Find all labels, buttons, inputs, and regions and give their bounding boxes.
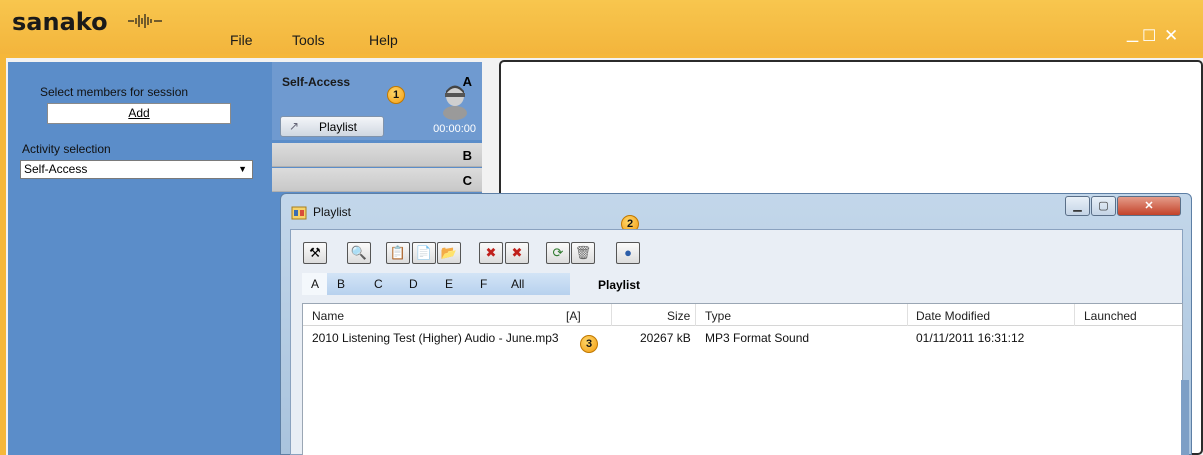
- column-divider: [695, 304, 696, 326]
- playlist-window-icon: [291, 206, 307, 220]
- col-date[interactable]: Date Modified: [916, 309, 990, 323]
- trash-icon[interactable]: 🗑: [571, 242, 595, 264]
- preview-icon[interactable]: 🔍: [347, 242, 371, 264]
- col-name[interactable]: Name: [312, 309, 344, 323]
- menu-tools[interactable]: Tools: [292, 32, 325, 48]
- row-name: 2010 Listening Test (Higher) Audio - Jun…: [312, 331, 559, 345]
- add-button[interactable]: Add: [47, 103, 231, 124]
- tab-d[interactable]: D: [409, 277, 418, 291]
- playlist-button[interactable]: ↗ Playlist: [280, 116, 384, 137]
- student-tile-name: Self-Access: [282, 75, 351, 89]
- tab-a[interactable]: A: [311, 277, 319, 291]
- tab-f[interactable]: F: [480, 277, 487, 291]
- col-group[interactable]: [A]: [566, 309, 581, 323]
- menu-help[interactable]: Help: [369, 32, 398, 48]
- col-launched[interactable]: Launched: [1084, 309, 1137, 323]
- row-type: MP3 Format Sound: [705, 331, 810, 345]
- col-type[interactable]: Type: [705, 309, 731, 323]
- waveform-logo-icon: [128, 14, 162, 28]
- activity-selection-label: Activity selection: [22, 142, 111, 156]
- tab-b[interactable]: B: [337, 277, 345, 291]
- student-tile-b[interactable]: B: [272, 143, 482, 167]
- sanako-logo: sanako: [12, 8, 108, 36]
- playlist-list[interactable]: Name [A] Size Type Date Modified Launche…: [302, 303, 1183, 455]
- row-size: 20267 kB: [640, 331, 691, 345]
- remove-icon[interactable]: ✖: [479, 242, 503, 264]
- remove-all-icon[interactable]: ✖: [505, 242, 529, 264]
- dialog-maximize-icon[interactable]: ▢: [1091, 196, 1116, 216]
- clipboard-icon[interactable]: 📋: [386, 242, 410, 264]
- activity-select[interactable]: Self-Access ▼: [20, 160, 253, 179]
- list-header: Name [A] Size Type Date Modified Launche…: [303, 304, 1182, 326]
- row-date: 01/11/2011 16:31:12: [916, 331, 1025, 345]
- student-tile-time: 00:00:00: [433, 123, 476, 135]
- minimize-icon[interactable]: _: [1127, 22, 1138, 42]
- scrollbar[interactable]: [1181, 380, 1189, 455]
- column-divider: [907, 304, 908, 326]
- globe-icon[interactable]: ●: [616, 242, 640, 264]
- dialog-title: Playlist: [313, 205, 352, 219]
- activity-select-value: Self-Access: [24, 162, 88, 176]
- dialog-window-controls: ▁ ▢ ✕: [1065, 196, 1183, 216]
- dialog-body: ⚒ 🔍 📋 📄 📂 ✖ ✖ ⟳ 🗑 ● A B C D E F All Play…: [290, 229, 1183, 455]
- playlist-heading: Playlist: [598, 278, 641, 292]
- tab-c[interactable]: C: [374, 277, 383, 291]
- column-divider: [1074, 304, 1075, 326]
- callout-badge-3: 3: [580, 335, 598, 353]
- playlist-icon: ↗: [289, 119, 300, 133]
- dropdown-arrow-icon[interactable]: ▼: [238, 161, 247, 178]
- group-tabstrip: A B C D E F All: [302, 273, 570, 295]
- student-avatar-icon: [443, 85, 467, 120]
- dialog-close-icon[interactable]: ✕: [1117, 196, 1181, 216]
- maximize-icon[interactable]: ☐: [1142, 27, 1156, 47]
- close-icon[interactable]: ✕: [1164, 26, 1178, 46]
- select-members-label: Select members for session: [40, 85, 189, 99]
- callout-badge-1: 1: [387, 86, 405, 104]
- open-folder-icon[interactable]: 📂: [437, 242, 461, 264]
- tools-icon[interactable]: ⚒: [303, 242, 327, 264]
- column-divider: [611, 304, 612, 326]
- student-tile-c[interactable]: C: [272, 168, 482, 192]
- menu-file[interactable]: File: [230, 32, 253, 48]
- refresh-icon[interactable]: ⟳: [546, 242, 570, 264]
- playlist-dialog: Playlist ▁ ▢ ✕ 2 ⚒ 🔍 📋 📄 📂 ✖ ✖ ⟳ 🗑 ● A B…: [280, 193, 1192, 455]
- dialog-minimize-icon[interactable]: ▁: [1065, 196, 1090, 216]
- tab-e[interactable]: E: [445, 277, 453, 291]
- title-bar: sanako File Tools Help _ ☐ ✕: [0, 0, 1203, 54]
- add-file-icon[interactable]: 📄: [412, 242, 436, 264]
- col-size[interactable]: Size: [667, 309, 690, 323]
- tab-all[interactable]: All: [511, 277, 524, 291]
